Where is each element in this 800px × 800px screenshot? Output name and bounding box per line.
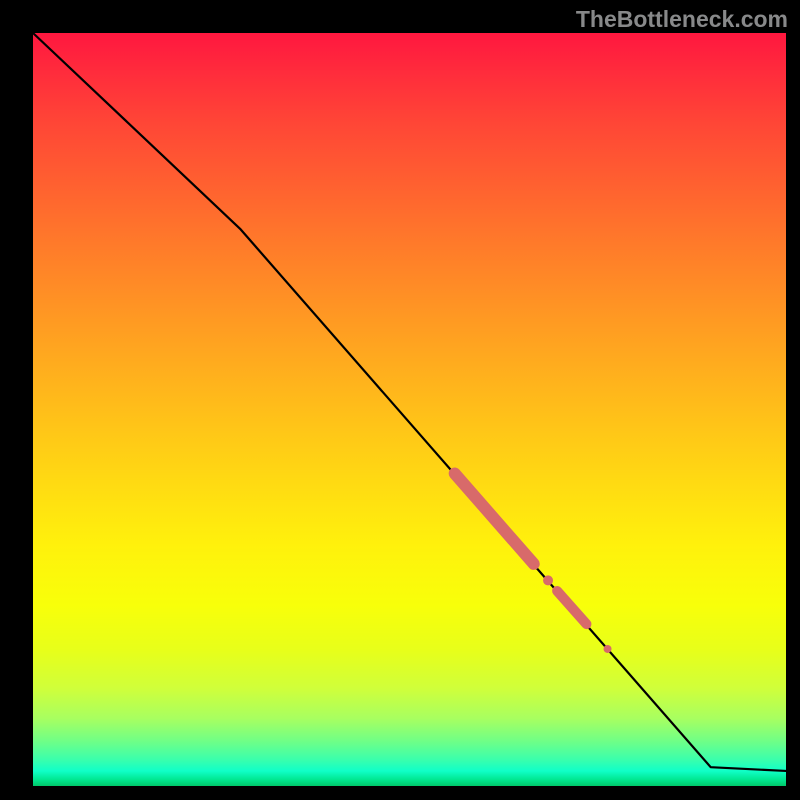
highlight-dot-2 <box>604 645 612 653</box>
chart-frame: TheBottleneck.com <box>0 0 800 800</box>
highlight-segment-2 <box>557 591 586 624</box>
curve-line <box>33 33 786 771</box>
plot-area <box>33 33 786 786</box>
highlight-dot-1 <box>543 575 553 585</box>
watermark-text: TheBottleneck.com <box>576 6 788 33</box>
chart-svg <box>33 33 786 786</box>
highlight-segment-1 <box>455 474 534 564</box>
